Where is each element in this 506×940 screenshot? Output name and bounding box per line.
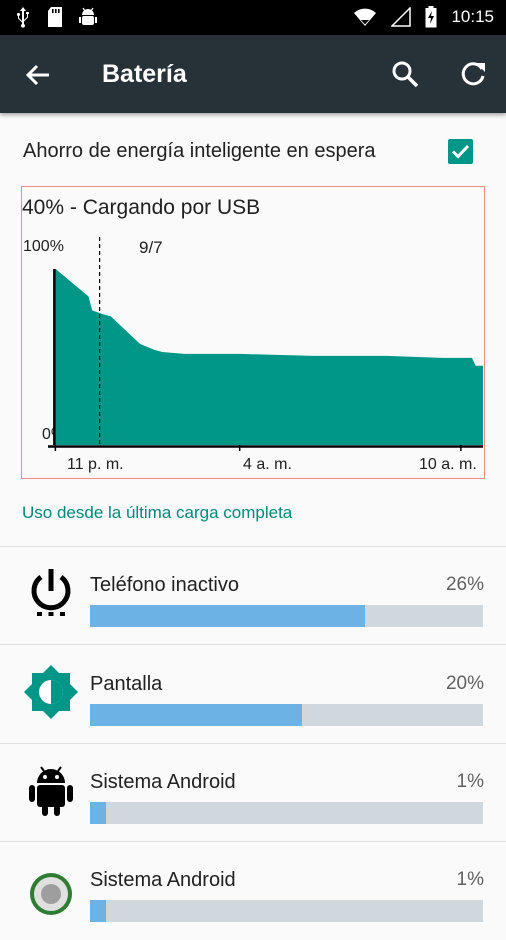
usage-bar-track (90, 900, 483, 922)
brightness-icon (24, 665, 78, 719)
usage-item-screen[interactable]: Pantalla 20% (0, 647, 506, 744)
usage-item-name: Teléfono inactivo (90, 574, 239, 596)
usage-bar-fill (90, 802, 106, 824)
usage-bar-track (90, 605, 483, 627)
usage-item-percent: 20% (445, 673, 484, 694)
usage-section-header: Uso desde la última carga completa (22, 503, 293, 522)
battery-area-plot (48, 237, 483, 451)
usage-item-percent: 1% (456, 869, 484, 890)
android-system-icon (30, 873, 72, 915)
power-standby-icon (31, 569, 71, 616)
usage-bar-fill (90, 605, 366, 627)
battery-level-area (55, 268, 483, 445)
usage-item-android-system[interactable]: Sistema Android 1% (0, 745, 506, 842)
usage-item-name: Sistema Android (90, 869, 236, 891)
usage-item-idle[interactable]: Teléfono inactivo 26% (0, 548, 506, 645)
usage-item-android-system-2[interactable]: Sistema Android 1% (0, 843, 506, 940)
usage-bar-track (90, 704, 483, 726)
usage-item-percent: 1% (456, 771, 484, 792)
usage-bar-fill (90, 704, 303, 726)
divider (0, 546, 506, 547)
usage-item-name: Sistema Android (90, 771, 236, 793)
usage-bar-track (90, 802, 483, 824)
usage-item-name: Pantalla (90, 673, 163, 695)
usage-bar-fill (90, 900, 106, 922)
android-robot-icon (29, 766, 73, 816)
usage-item-percent: 26% (445, 574, 484, 595)
